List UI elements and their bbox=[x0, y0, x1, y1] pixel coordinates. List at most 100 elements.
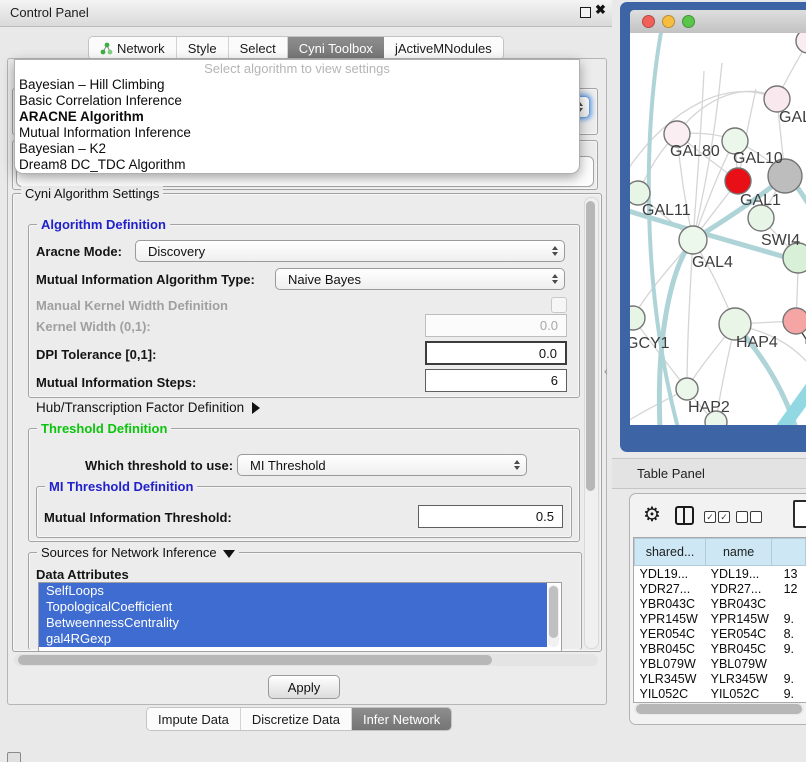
table-row[interactable]: YBR045CYBR045C9. bbox=[635, 641, 806, 656]
node-label: HAP4 bbox=[736, 334, 778, 351]
table-horizontal-scrollbar[interactable] bbox=[634, 703, 804, 715]
close-icon[interactable]: ✖ bbox=[595, 2, 606, 18]
app-root: Control Panel ✖ Network Style Select Cyni T… bbox=[0, 0, 806, 762]
dropdown-item[interactable]: ARACNE Algorithm bbox=[15, 109, 579, 125]
table-row[interactable]: YDR27...YDR27...12 bbox=[635, 581, 806, 596]
mi-type-combo[interactable]: Naive Bayes bbox=[275, 268, 565, 290]
list-scrollbar[interactable] bbox=[548, 585, 559, 647]
zoom-traffic-light[interactable] bbox=[682, 15, 695, 28]
gear-icon[interactable]: ⚙ bbox=[643, 502, 661, 527]
which-threshold-combo[interactable]: MI Threshold bbox=[237, 454, 527, 476]
table-row[interactable]: YPR145WYPR145W9. bbox=[635, 611, 806, 626]
table-row[interactable]: YBR043CYBR043C bbox=[635, 596, 806, 611]
dropdown-item[interactable]: Mutual Information Inference bbox=[15, 125, 579, 141]
manual-kernel-label: Manual Kernel Width Definition bbox=[36, 298, 228, 313]
bottom-tabs: Impute DataDiscretize DataInfer Network bbox=[146, 707, 452, 731]
mi-steps-field[interactable]: 6 bbox=[425, 369, 567, 392]
table-cell: YLR345W bbox=[706, 671, 772, 686]
columns-icon[interactable] bbox=[675, 506, 694, 525]
column-header[interactable]: shared... bbox=[635, 539, 706, 566]
table-cell: YER054C bbox=[635, 626, 706, 641]
table-row[interactable]: YER054CYER054C8. bbox=[635, 626, 806, 641]
attribute-list-item[interactable]: BetweennessCentrality bbox=[39, 615, 547, 631]
unchecked-checkbox-icon[interactable] bbox=[736, 511, 748, 523]
tab-infer-network[interactable]: Infer Network bbox=[352, 708, 451, 730]
float-window-icon[interactable] bbox=[580, 7, 591, 18]
collapse-down-icon bbox=[223, 550, 235, 558]
node-label: GAL1 bbox=[740, 192, 781, 209]
tab-network[interactable]: Network bbox=[89, 37, 177, 59]
network-window-titlebar[interactable] bbox=[630, 10, 806, 34]
dropdown-item[interactable]: Dream8 DC_TDC Algorithm bbox=[15, 157, 579, 173]
aracne-mode-combo[interactable]: Discovery bbox=[135, 240, 565, 262]
combo-arrows-icon bbox=[514, 460, 520, 470]
network-node-gal1[interactable] bbox=[725, 168, 751, 194]
dropdown-item[interactable]: Bayesian – Hill Climbing bbox=[15, 77, 579, 93]
column-header[interactable]: name bbox=[706, 539, 772, 566]
table-row[interactable]: YBL079WYBL079W bbox=[635, 656, 806, 671]
table-cell: YDL19... bbox=[635, 566, 706, 582]
network-node-gal4[interactable] bbox=[679, 226, 707, 254]
table-row[interactable]: YLR345WYLR345W9. bbox=[635, 671, 806, 686]
network-edge[interactable] bbox=[649, 33, 678, 425]
attribute-list-item[interactable]: SelfLoops bbox=[39, 583, 547, 599]
tab-select[interactable]: Select bbox=[229, 37, 288, 59]
mi-threshold-field[interactable]: 0.5 bbox=[418, 505, 563, 528]
tab-discretize-data[interactable]: Discretize Data bbox=[241, 708, 352, 730]
checked-checkbox-icon[interactable]: ✓ bbox=[704, 511, 716, 523]
table-panel-bar: Table Panel bbox=[612, 458, 806, 489]
network-node[interactable] bbox=[796, 33, 806, 53]
network-node-hap2[interactable] bbox=[676, 378, 698, 400]
apply-button[interactable]: Apply bbox=[268, 675, 340, 699]
checked-checkbox-icon[interactable]: ✓ bbox=[718, 511, 730, 523]
node-label: GAL11 bbox=[642, 202, 691, 219]
settings-horizontal-scrollbar[interactable] bbox=[14, 654, 598, 666]
hub-definition-toggle[interactable]: Hub/Transcription Factor Definition bbox=[36, 400, 260, 415]
sources-title[interactable]: Sources for Network Inference bbox=[37, 545, 239, 560]
kernel-width-label: Kernel Width (0,1): bbox=[36, 319, 151, 334]
node-label: HAP2 bbox=[688, 399, 730, 416]
network-edge[interactable] bbox=[677, 91, 777, 134]
expand-right-icon bbox=[252, 402, 260, 414]
cyni-settings-title: Cyni Algorithm Settings bbox=[21, 186, 163, 201]
mi-steps-label: Mutual Information Steps: bbox=[36, 375, 196, 390]
table-cell: YBR043C bbox=[635, 596, 706, 611]
network-node-gcy1[interactable] bbox=[630, 306, 645, 330]
close-traffic-light[interactable] bbox=[642, 15, 655, 28]
mi-threshold-label: Mutual Information Threshold: bbox=[44, 510, 232, 525]
node-label: GAL80 bbox=[670, 143, 720, 160]
cytopanel-mini-icon[interactable] bbox=[7, 752, 21, 762]
dpi-tolerance-field[interactable]: 0.0 bbox=[425, 341, 567, 365]
document-icon[interactable] bbox=[793, 500, 806, 528]
mi-type-value: Naive Bayes bbox=[288, 272, 361, 287]
which-threshold-value: MI Threshold bbox=[250, 458, 326, 473]
tab-style[interactable]: Style bbox=[177, 37, 229, 59]
attribute-list-item[interactable]: TopologicalCoefficient bbox=[39, 599, 547, 615]
table-cell: YLR345W bbox=[635, 671, 706, 686]
table-row[interactable]: YIL052CYIL052C9. bbox=[635, 686, 806, 699]
dropdown-item[interactable]: Basic Correlation Inference bbox=[15, 93, 579, 109]
algorithm-definition-title: Algorithm Definition bbox=[37, 217, 170, 232]
tab-jactivemnodules[interactable]: jActiveMNodules bbox=[384, 37, 503, 59]
tab-impute-data[interactable]: Impute Data bbox=[147, 708, 241, 730]
minimize-traffic-light[interactable] bbox=[662, 15, 675, 28]
control-panel-title: Control Panel bbox=[10, 5, 89, 20]
node-label: SWI4 bbox=[761, 232, 800, 249]
table-cell: YBL079W bbox=[706, 656, 772, 671]
unchecked-checkbox-icon[interactable] bbox=[750, 511, 762, 523]
table-row[interactable]: YDL19...YDL19...13 bbox=[635, 566, 806, 582]
tab-cyni-toolbox[interactable]: Cyni Toolbox bbox=[288, 37, 384, 59]
splitter-collapse-icon[interactable]: ‹ bbox=[604, 366, 608, 378]
network-canvas[interactable]: GALGAL80GAL10GAL1GAL11SWI4GAL4GCY1HAP4YH… bbox=[630, 33, 806, 425]
attribute-list-item[interactable]: gal4RGexp bbox=[39, 631, 547, 647]
manual-kernel-checkbox[interactable] bbox=[551, 297, 567, 313]
column-header[interactable] bbox=[772, 539, 806, 566]
dropdown-item[interactable]: Bayesian – K2 bbox=[15, 141, 579, 157]
combo-arrows-icon bbox=[552, 274, 558, 284]
table-cell: 12 bbox=[772, 581, 806, 596]
node-label: Y bbox=[801, 331, 806, 348]
data-attributes-list[interactable]: SelfLoopsTopologicalCoefficientBetweenne… bbox=[38, 582, 562, 652]
tab-label: Style bbox=[188, 41, 217, 56]
settings-vertical-scrollbar[interactable] bbox=[584, 197, 599, 649]
tab-label: Cyni Toolbox bbox=[299, 41, 373, 56]
